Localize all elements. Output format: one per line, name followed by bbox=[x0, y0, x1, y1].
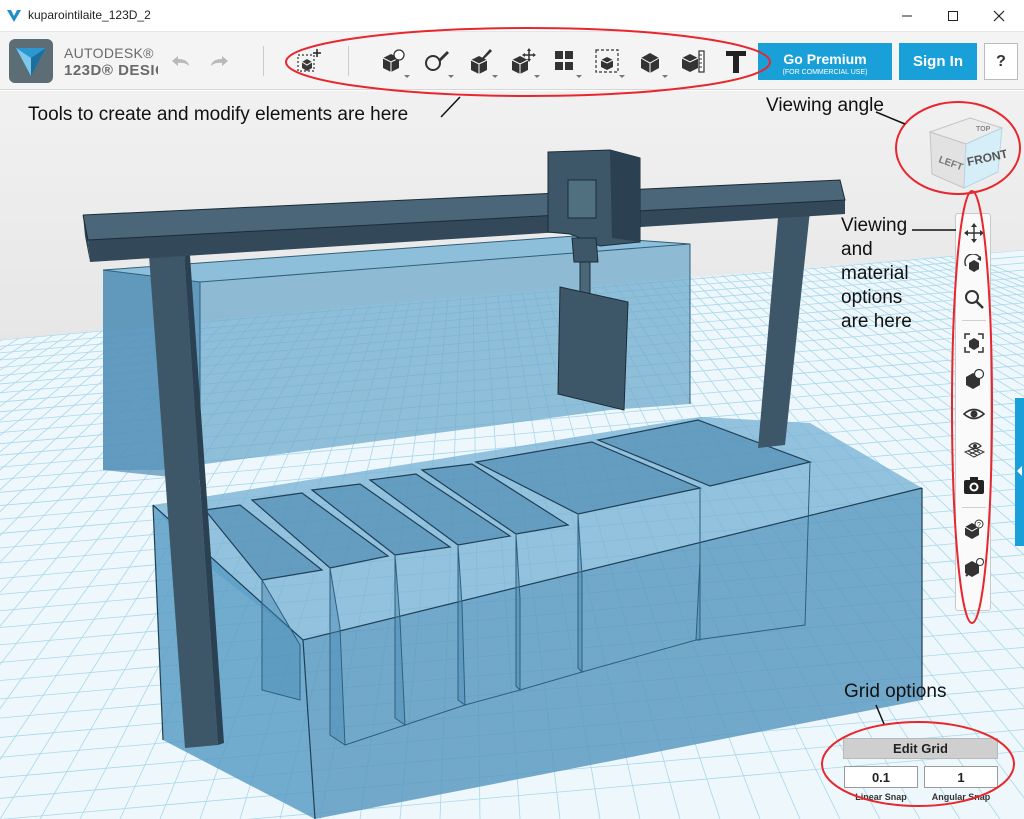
primitives-icon bbox=[382, 49, 405, 72]
annotation-tools: Tools to create and modify elements are … bbox=[28, 104, 409, 125]
brand-autodesk: AUTODESK® bbox=[64, 45, 154, 61]
close-button[interactable] bbox=[976, 0, 1022, 32]
window-title: kuparointilaite_123D_2 bbox=[28, 8, 151, 22]
nav-orbit-button[interactable] bbox=[960, 252, 988, 278]
camera-icon bbox=[964, 477, 984, 494]
material-icon: ? bbox=[964, 519, 984, 539]
dropdown-caret-icon bbox=[448, 75, 454, 78]
nav-separator bbox=[962, 320, 986, 321]
tool-sketch[interactable] bbox=[416, 42, 456, 80]
model-scene[interactable] bbox=[0, 91, 1024, 819]
annotation-viewing-options-1: Viewing bbox=[841, 215, 908, 236]
grid-material-icon bbox=[963, 442, 985, 458]
redo-icon bbox=[211, 56, 228, 66]
view-navigation-bar: ? bbox=[955, 213, 991, 611]
nav-grid-material-button[interactable] bbox=[960, 436, 988, 462]
modify-icon bbox=[511, 48, 536, 74]
svg-text:?: ? bbox=[977, 522, 981, 529]
help-button[interactable]: ? bbox=[984, 43, 1018, 80]
measure-icon bbox=[681, 50, 705, 73]
annotation-viewing-angle: Viewing angle bbox=[766, 95, 884, 116]
title-bar: kuparointilaite_123D_2 bbox=[0, 0, 1024, 32]
snap-icon bbox=[965, 558, 984, 577]
pattern-icon bbox=[555, 51, 573, 70]
grid-options-panel: Edit Grid Linear Snap Angular Snap bbox=[843, 738, 999, 808]
app-menu-logo-icon[interactable] bbox=[8, 38, 54, 84]
nav-material-button[interactable]: ? bbox=[960, 516, 988, 542]
annotation-viewing-options-2: and bbox=[841, 239, 873, 260]
brand-product: 123D® DESIGN bbox=[64, 62, 158, 79]
fit-view-icon bbox=[964, 333, 984, 353]
dropdown-caret-icon bbox=[662, 75, 668, 78]
annotation-viewing-options-4: options bbox=[841, 287, 903, 308]
visibility-icon bbox=[963, 408, 985, 420]
main-toolbar: AUTODESK® 123D® DESIGN bbox=[0, 32, 1024, 90]
toolbar-separator bbox=[348, 46, 349, 76]
3d-viewport[interactable] bbox=[0, 91, 1024, 819]
go-premium-button[interactable]: Go Premium (FOR COMMERCIAL USE) bbox=[758, 43, 892, 80]
nav-pan-button[interactable] bbox=[960, 220, 988, 246]
combine-icon bbox=[640, 53, 660, 73]
pan-icon bbox=[964, 223, 984, 243]
nav-screenshot-button[interactable] bbox=[960, 472, 988, 498]
dropdown-caret-icon bbox=[404, 75, 410, 78]
undo-icon bbox=[172, 56, 189, 66]
nav-visibility-button[interactable] bbox=[960, 401, 988, 427]
text-icon bbox=[726, 51, 746, 73]
orbit-icon bbox=[964, 254, 981, 272]
tool-combine[interactable] bbox=[630, 42, 670, 80]
maximize-button[interactable] bbox=[930, 0, 976, 32]
go-premium-sublabel: (FOR COMMERCIAL USE) bbox=[782, 68, 868, 76]
tool-text[interactable] bbox=[716, 42, 756, 80]
new-object-button[interactable] bbox=[288, 42, 328, 80]
dropdown-caret-icon bbox=[619, 75, 625, 78]
linear-snap-input[interactable] bbox=[844, 766, 918, 788]
undo-button[interactable] bbox=[160, 42, 200, 80]
grouping-icon bbox=[595, 49, 619, 73]
nav-zoom-button[interactable] bbox=[960, 286, 988, 312]
tool-primitives[interactable] bbox=[372, 42, 412, 80]
expand-arrow-icon bbox=[1017, 466, 1022, 476]
minimize-button[interactable] bbox=[884, 0, 930, 32]
close-icon bbox=[993, 10, 1005, 22]
nav-fit-button[interactable] bbox=[960, 330, 988, 356]
angular-snap-input[interactable] bbox=[924, 766, 998, 788]
side-panel-toggle[interactable] bbox=[1015, 398, 1024, 546]
redo-button[interactable] bbox=[200, 42, 240, 80]
tool-modify[interactable] bbox=[502, 42, 542, 80]
go-premium-label: Go Premium bbox=[783, 50, 867, 67]
tool-measure[interactable] bbox=[672, 42, 712, 80]
construct-icon bbox=[470, 49, 492, 74]
edit-grid-button[interactable]: Edit Grid bbox=[843, 738, 998, 759]
minimize-icon bbox=[902, 15, 912, 17]
dropdown-caret-icon bbox=[492, 75, 498, 78]
dropdown-caret-icon bbox=[576, 75, 582, 78]
view-cube[interactable]: TOP LEFT FRONT bbox=[918, 112, 1006, 194]
tool-grouping[interactable] bbox=[587, 42, 627, 80]
visual-style-icon bbox=[966, 368, 985, 389]
tool-construct[interactable] bbox=[460, 42, 500, 80]
maximize-icon bbox=[948, 11, 958, 21]
annotation-viewing-options-3: material bbox=[841, 263, 909, 284]
view-cube-top-label[interactable]: TOP bbox=[976, 126, 991, 133]
annotation-grid-options: Grid options bbox=[844, 681, 947, 702]
sign-in-button[interactable]: Sign In bbox=[899, 43, 977, 80]
app-logo-icon bbox=[7, 10, 21, 22]
tool-pattern[interactable] bbox=[544, 42, 584, 80]
sketch-icon bbox=[425, 51, 449, 71]
nav-separator bbox=[962, 507, 986, 508]
zoom-icon bbox=[965, 290, 984, 309]
linear-snap-label: Linear Snap bbox=[855, 792, 907, 802]
nav-visual-style-button[interactable] bbox=[960, 366, 988, 392]
angular-snap-label: Angular Snap bbox=[931, 792, 991, 802]
toolbar-separator bbox=[263, 46, 264, 76]
dropdown-caret-icon bbox=[534, 75, 540, 78]
nav-snap-button[interactable] bbox=[960, 554, 988, 580]
annotation-viewing-options-5: are here bbox=[841, 311, 912, 332]
new-object-icon bbox=[297, 49, 321, 72]
